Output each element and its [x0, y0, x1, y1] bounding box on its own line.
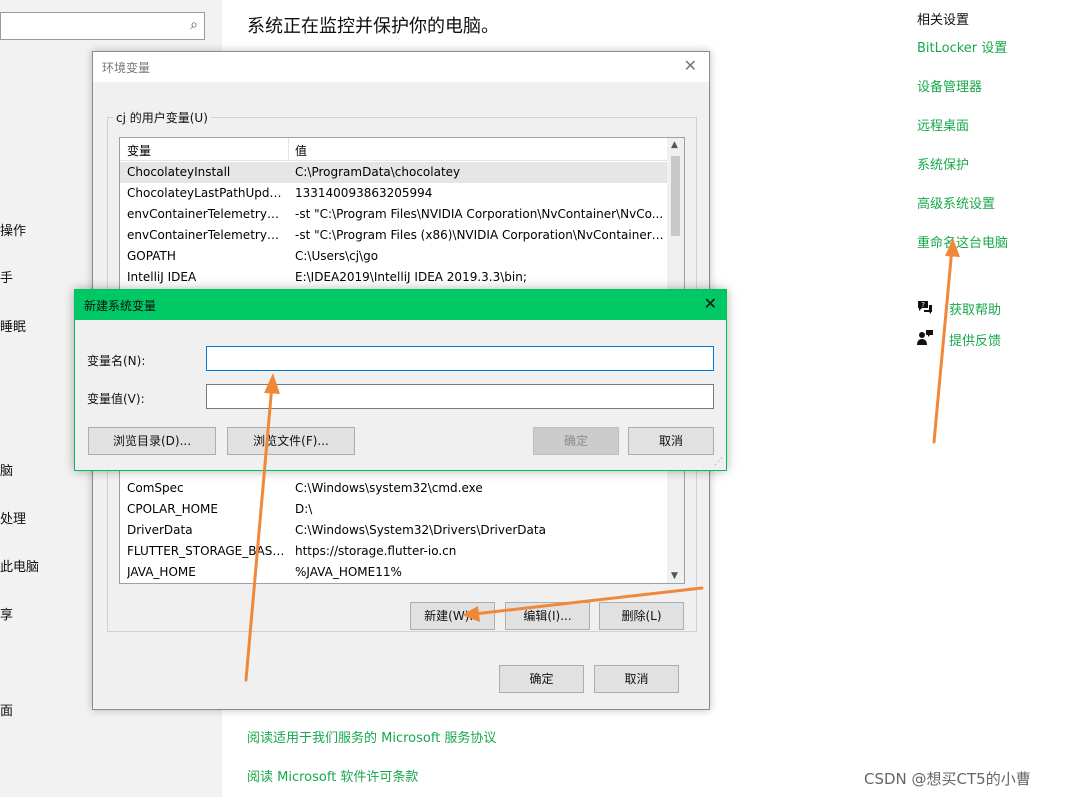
cell-value: %JAVA_HOME11%: [295, 565, 402, 579]
browse-file-button[interactable]: 浏览文件(F)...: [227, 427, 355, 455]
edit-variable-button[interactable]: 编辑(I)...: [505, 602, 590, 630]
feedback-icon: [917, 330, 933, 345]
cell-value: E:\IDEA2019\IntelliJ IDEA 2019.3.3\bin;: [295, 270, 527, 284]
cell-value: 133140093863205994: [295, 186, 433, 200]
cell-value: C:\Windows\system32\cmd.exe: [295, 481, 483, 495]
bitlocker-link[interactable]: BitLocker 设置: [917, 37, 1007, 56]
cell-name: IntelliJ IDEA: [127, 270, 197, 284]
rename-pc-link[interactable]: 重命名这台电脑: [917, 232, 1008, 251]
variable-name-input[interactable]: [206, 346, 714, 371]
cell-name: ChocolateyInstall: [127, 165, 231, 179]
sidebar-item[interactable]: 享: [0, 604, 13, 623]
feedback-link[interactable]: 提供反馈: [949, 330, 1001, 349]
cell-value: https://storage.flutter-io.cn: [295, 544, 457, 558]
table-row[interactable]: ChocolateyInstall C:\ProgramData\chocola…: [120, 162, 668, 183]
cell-value: C:\ProgramData\chocolatey: [295, 165, 461, 179]
new-variable-button[interactable]: 新建(W)...: [410, 602, 495, 630]
delete-variable-button[interactable]: 删除(L): [599, 602, 684, 630]
cell-value: -st "C:\Program Files\NVIDIA Corporation…: [295, 207, 664, 221]
cell-value: -st "C:\Program Files (x86)\NVIDIA Corpo…: [295, 228, 665, 242]
window-title: 环境变量: [102, 61, 151, 75]
related-settings-heading: 相关设置: [917, 13, 970, 28]
cell-name: JAVA_HOME: [127, 565, 196, 579]
cancel-button[interactable]: 取消: [628, 427, 714, 455]
window-titlebar: 环境变量 ✕: [93, 52, 709, 82]
table-row[interactable]: JAVA_HOME %JAVA_HOME11%: [120, 562, 668, 583]
resize-grip-icon[interactable]: ⋰: [714, 457, 723, 467]
table-row[interactable]: DriverData C:\Windows\System32\Drivers\D…: [120, 520, 668, 541]
device-manager-link[interactable]: 设备管理器: [917, 76, 982, 95]
system-protection-link[interactable]: 系统保护: [917, 154, 969, 173]
column-header-value[interactable]: 值: [295, 142, 307, 159]
cell-name: ComSpec: [127, 481, 184, 495]
sidebar-item[interactable]: 操作: [0, 220, 26, 239]
table-row[interactable]: IntelliJ IDEA E:\IDEA2019\IntelliJ IDEA …: [120, 267, 668, 288]
page-title: 系统正在监控并保护你的电脑。: [247, 16, 499, 37]
cell-name: CPOLAR_HOME: [127, 502, 218, 516]
cell-name: FLUTTER_STORAGE_BASE_...: [127, 544, 287, 558]
column-header-name[interactable]: 变量: [127, 142, 151, 159]
list-header: 变量 值: [120, 138, 668, 161]
table-row[interactable]: envContainerTelemetryAp... -st "C:\Progr…: [120, 204, 668, 225]
dialog-title: 新建系统变量: [84, 299, 157, 313]
search-icon[interactable]: ⌕: [190, 17, 198, 33]
close-icon[interactable]: ✕: [704, 294, 717, 313]
search-box[interactable]: ⌕: [0, 12, 205, 40]
close-icon[interactable]: ✕: [684, 56, 697, 75]
table-row[interactable]: ChocolateyLastPathUpdate 133140093863205…: [120, 183, 668, 204]
cell-value: C:\Windows\System32\Drivers\DriverData: [295, 523, 546, 537]
table-row[interactable]: FLUTTER_STORAGE_BASE_... https://storage…: [120, 541, 668, 562]
table-row[interactable]: CPOLAR_HOME D:\: [120, 499, 668, 520]
table-row[interactable]: envContainerTelemetryAp... -st "C:\Progr…: [120, 225, 668, 246]
table-row[interactable]: GOPATH C:\Users\cj\go: [120, 246, 668, 267]
scroll-down-icon[interactable]: ▼: [671, 571, 678, 581]
browse-directory-button[interactable]: 浏览目录(D)...: [88, 427, 216, 455]
sidebar-item[interactable]: 处理: [0, 508, 26, 527]
user-variables-label: cj 的用户变量(U): [113, 109, 211, 126]
advanced-system-settings-link[interactable]: 高级系统设置: [917, 193, 995, 212]
variable-value-label: 变量值(V):: [87, 392, 145, 406]
watermark: CSDN @想买CT5的小曹: [864, 770, 1031, 788]
ok-button[interactable]: 确定: [499, 665, 584, 693]
sidebar-item[interactable]: 面: [0, 700, 13, 719]
ok-button[interactable]: 确定: [533, 427, 619, 455]
dialog-titlebar: 新建系统变量 ✕: [75, 290, 726, 320]
cancel-button[interactable]: 取消: [594, 665, 679, 693]
service-agreement-link[interactable]: 阅读适用于我们服务的 Microsoft 服务协议: [247, 727, 496, 746]
cell-value: C:\Users\cj\go: [295, 249, 379, 263]
cell-value: D:\: [295, 502, 313, 516]
cell-name: GOPATH: [127, 249, 176, 263]
table-row[interactable]: ComSpec C:\Windows\system32\cmd.exe: [120, 478, 668, 499]
sidebar-item[interactable]: 手: [0, 267, 13, 286]
scroll-up-icon[interactable]: ▲: [671, 140, 678, 150]
sidebar-item[interactable]: 脑: [0, 460, 13, 479]
cell-name: DriverData: [127, 523, 193, 537]
remote-desktop-link[interactable]: 远程桌面: [917, 115, 969, 134]
sidebar-item[interactable]: 此电脑: [0, 556, 39, 575]
help-chat-icon: ?: [918, 301, 932, 314]
license-terms-link[interactable]: 阅读 Microsoft 软件许可条款: [247, 766, 418, 785]
svg-text:?: ?: [921, 301, 925, 309]
get-help-link[interactable]: 获取帮助: [949, 299, 1001, 318]
variable-name-label: 变量名(N):: [87, 354, 146, 368]
cell-name: ChocolateyLastPathUpdate: [127, 186, 287, 200]
sidebar-item[interactable]: 睡眠: [0, 316, 26, 335]
new-system-variable-dialog: 新建系统变量 ✕ 变量名(N): 变量值(V): 浏览目录(D)... 浏览文件…: [74, 289, 727, 471]
cell-name: envContainerTelemetryAp...: [127, 207, 287, 221]
cell-name: envContainerTelemetryAp...: [127, 228, 287, 242]
scroll-thumb[interactable]: [671, 156, 680, 236]
variable-value-input[interactable]: [206, 384, 714, 409]
